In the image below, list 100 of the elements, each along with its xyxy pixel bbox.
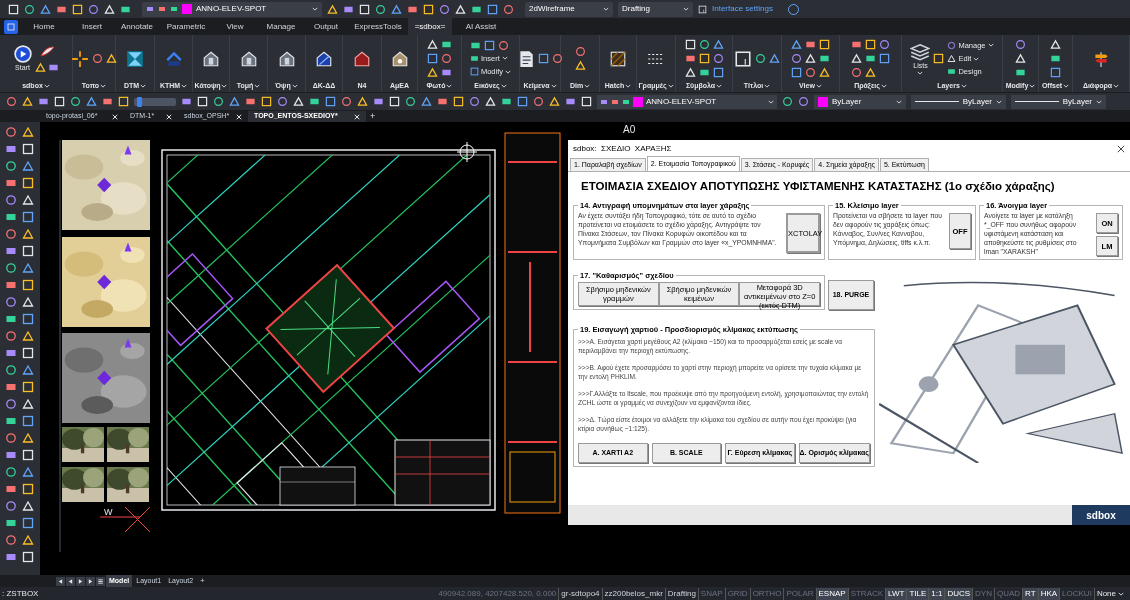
tool-icon[interactable] xyxy=(22,330,34,342)
play-icon[interactable] xyxy=(13,45,32,63)
tool-icon[interactable] xyxy=(5,126,17,138)
house-icon[interactable] xyxy=(202,49,220,68)
tool-icon[interactable] xyxy=(538,53,549,64)
previous-icon[interactable] xyxy=(66,576,75,586)
tool-icon[interactable] xyxy=(5,483,17,495)
tool-icon[interactable] xyxy=(261,96,272,107)
feather-icon[interactable] xyxy=(38,44,55,60)
house-icon[interactable] xyxy=(239,49,258,68)
hourglass-icon[interactable] xyxy=(126,49,144,68)
tool-icon[interactable] xyxy=(22,432,34,444)
lineweight-dropdown[interactable]: ByLayer xyxy=(1011,94,1106,109)
tool-icon[interactable] xyxy=(118,96,129,107)
tool-icon[interactable] xyxy=(327,3,338,15)
tool-icon[interactable] xyxy=(22,483,34,495)
tool-icon[interactable] xyxy=(933,53,945,64)
status-toggle[interactable]: HKA xyxy=(1037,587,1060,600)
ribbon-tab[interactable]: Insert xyxy=(70,18,114,35)
tool-icon[interactable] xyxy=(5,466,17,478)
tool-icon[interactable] xyxy=(309,96,320,107)
tool-icon[interactable] xyxy=(22,96,33,107)
tool-icon[interactable] xyxy=(698,53,710,64)
status-field[interactable]: Drafting xyxy=(664,587,698,600)
tool-icon[interactable] xyxy=(421,96,432,107)
tool-icon[interactable] xyxy=(5,160,17,172)
tool-icon[interactable] xyxy=(24,3,35,15)
tool-icon[interactable] xyxy=(5,415,17,427)
tool-icon[interactable] xyxy=(5,364,17,376)
tool-icon[interactable] xyxy=(5,245,17,257)
document-icon[interactable] xyxy=(517,49,535,68)
window-icon[interactable] xyxy=(698,4,707,14)
tool-icon[interactable] xyxy=(106,53,117,64)
tool-icon[interactable] xyxy=(805,39,816,50)
tool-icon[interactable] xyxy=(1050,53,1061,64)
tool-icon[interactable] xyxy=(40,3,51,15)
tool-icon[interactable] xyxy=(698,39,710,50)
ribbon-tab[interactable]: Home xyxy=(18,18,70,35)
status-toggle[interactable]: 1:1 xyxy=(928,587,945,600)
tool-icon[interactable] xyxy=(213,96,224,107)
tool-icon[interactable] xyxy=(5,551,17,563)
tool-icon[interactable] xyxy=(86,96,97,107)
tool-icon[interactable] xyxy=(22,211,34,223)
tool-icon[interactable] xyxy=(229,96,240,107)
tool-icon[interactable] xyxy=(5,194,17,206)
tool-icon[interactable] xyxy=(791,67,802,78)
tool-icon[interactable] xyxy=(391,3,402,15)
house-icon[interactable] xyxy=(353,49,371,68)
tool-icon[interactable] xyxy=(22,381,34,393)
tool-icon[interactable] xyxy=(102,96,113,107)
house-icon[interactable] xyxy=(390,49,409,68)
tool-icon[interactable] xyxy=(5,143,17,155)
tool-icon[interactable] xyxy=(5,347,17,359)
tool-icon[interactable] xyxy=(5,398,17,410)
tool-icon[interactable] xyxy=(5,449,17,461)
tool-icon[interactable] xyxy=(22,126,34,138)
zoom-slider[interactable] xyxy=(134,97,176,106)
tool-icon[interactable] xyxy=(70,96,81,107)
tool-icon[interactable] xyxy=(712,39,724,50)
tool-icon[interactable] xyxy=(755,53,766,64)
tool-icon[interactable] xyxy=(487,3,498,15)
house-icon[interactable] xyxy=(315,49,333,68)
tool-icon[interactable] xyxy=(357,96,368,107)
window-icon[interactable] xyxy=(734,49,752,68)
color-dropdown[interactable]: ByLayer xyxy=(814,94,906,109)
tool-icon[interactable] xyxy=(501,96,512,107)
command-line[interactable]: : ZSTBOX xyxy=(0,587,437,600)
tool-icon[interactable] xyxy=(819,39,830,50)
tool-icon[interactable] xyxy=(453,96,464,107)
tool-icon[interactable] xyxy=(427,67,438,78)
slider-thumb[interactable] xyxy=(136,96,142,107)
layer-dropdown[interactable]: ANNO-ELEV-SPOT xyxy=(597,94,777,109)
tool-icon[interactable] xyxy=(441,39,452,50)
tool-icon[interactable] xyxy=(565,96,576,107)
tool-icon[interactable] xyxy=(5,313,17,325)
layers-icon[interactable] xyxy=(910,41,931,61)
tool-icon[interactable] xyxy=(38,96,49,107)
tool-icon[interactable] xyxy=(5,500,17,512)
ribbon-tab[interactable]: Annotate xyxy=(114,18,160,35)
tool-icon[interactable] xyxy=(549,96,560,107)
status-toggle[interactable]: RT xyxy=(1022,587,1038,600)
tool-icon[interactable] xyxy=(791,39,802,50)
house-icon[interactable] xyxy=(277,49,296,68)
visual-style-dropdown[interactable]: 2dWireframe xyxy=(525,1,613,17)
signpost-icon[interactable] xyxy=(1092,49,1110,68)
tool-icon[interactable] xyxy=(819,53,830,64)
tool-icon[interactable] xyxy=(5,279,17,291)
tool-icon[interactable] xyxy=(5,177,17,189)
list-icon[interactable] xyxy=(96,576,105,586)
tool-icon[interactable] xyxy=(22,279,34,291)
hatch-icon[interactable] xyxy=(609,49,627,68)
status-toggle[interactable]: LWT xyxy=(885,587,907,600)
ribbon-tab[interactable]: View xyxy=(212,18,258,35)
ribbon-tab[interactable]: AI Assist xyxy=(452,18,510,35)
tool-icon[interactable] xyxy=(22,160,34,172)
new-tab-button[interactable]: + xyxy=(370,111,376,122)
tool-icon[interactable] xyxy=(5,517,17,529)
tool-icon[interactable] xyxy=(5,432,17,444)
tool-icon[interactable] xyxy=(517,96,528,107)
tool-icon[interactable] xyxy=(373,96,384,107)
